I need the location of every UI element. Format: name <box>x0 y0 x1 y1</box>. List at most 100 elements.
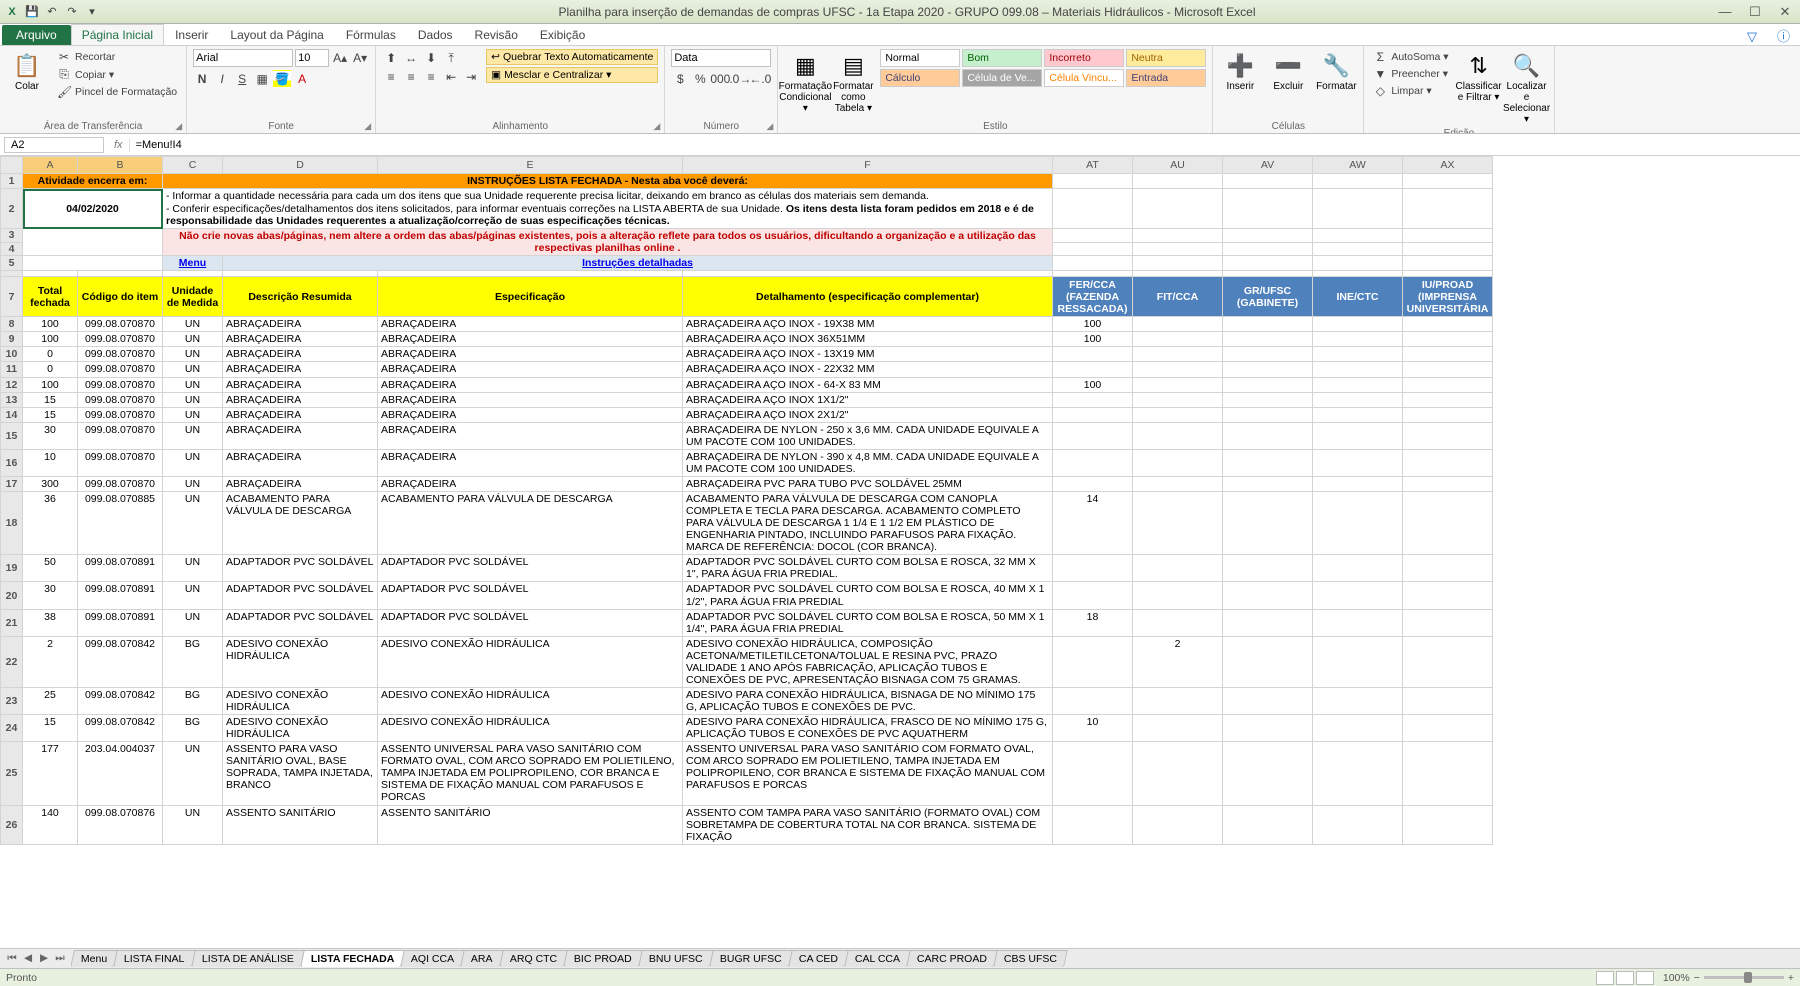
cell[interactable]: UN <box>163 377 223 392</box>
cell[interactable] <box>1403 555 1493 582</box>
row-header[interactable]: 11 <box>1 362 23 377</box>
cell[interactable] <box>1223 347 1313 362</box>
cell[interactable]: ABRAÇADEIRA <box>223 332 378 347</box>
cell[interactable] <box>1133 742 1223 805</box>
cell[interactable]: 099.08.070870 <box>78 449 163 476</box>
conditional-format-button[interactable]: ▦Formatação Condicional ▾ <box>784 49 826 116</box>
cell[interactable] <box>1133 407 1223 422</box>
row-header[interactable]: 10 <box>1 347 23 362</box>
sheet-tab[interactable]: CBS UFSC <box>993 950 1068 967</box>
cell[interactable] <box>1403 582 1493 609</box>
cell[interactable]: UN <box>163 609 223 636</box>
cell[interactable] <box>1053 449 1133 476</box>
align-right-icon[interactable]: ≡ <box>422 68 440 86</box>
cell[interactable] <box>1133 229 1223 243</box>
cell[interactable]: 099.08.070842 <box>78 636 163 687</box>
cell[interactable] <box>1133 449 1223 476</box>
copy-button[interactable]: ⎘Copiar ▾ <box>54 66 180 83</box>
sheet-tab[interactable]: LISTA DE ANÁLISE <box>191 950 305 967</box>
cell[interactable]: ABRAÇADEIRA AÇO INOX 36X51MM <box>683 332 1053 347</box>
cell[interactable]: ABRAÇADEIRA <box>378 377 683 392</box>
cell[interactable]: Especificação <box>378 277 683 317</box>
cell[interactable] <box>1313 174 1403 189</box>
cell[interactable]: Total fechada <box>23 277 78 317</box>
cell[interactable] <box>23 229 163 256</box>
sheet-tab[interactable]: ARA <box>461 950 504 967</box>
row-header[interactable]: 13 <box>1 392 23 407</box>
column-header[interactable]: E <box>378 157 683 174</box>
cell[interactable]: UN <box>163 492 223 555</box>
cell[interactable]: ASSENTO SANITÁRIO <box>223 805 378 844</box>
name-box[interactable] <box>4 137 104 153</box>
cell[interactable]: UN <box>163 392 223 407</box>
cell[interactable]: 0 <box>23 362 78 377</box>
cell[interactable]: UN <box>163 449 223 476</box>
cell[interactable] <box>1223 582 1313 609</box>
cell[interactable]: UN <box>163 742 223 805</box>
cell[interactable] <box>1313 609 1403 636</box>
cell[interactable]: Unidade de Medida <box>163 277 223 317</box>
cell[interactable] <box>1313 189 1403 229</box>
zoom-out-icon[interactable]: − <box>1694 972 1700 984</box>
cell[interactable]: IU/PROAD (IMPRENSA UNIVERSITÁRIA <box>1403 277 1493 317</box>
cell[interactable] <box>1403 609 1493 636</box>
cell[interactable] <box>23 256 163 271</box>
format-as-table-button[interactable]: ▤Formatar como Tabela ▾ <box>832 49 874 116</box>
cell[interactable]: 10 <box>1053 715 1133 742</box>
maximize-button[interactable]: ☐ <box>1744 4 1766 20</box>
cell[interactable] <box>1223 256 1313 271</box>
font-size-select[interactable] <box>295 49 329 67</box>
row-header[interactable]: 18 <box>1 492 23 555</box>
cell[interactable] <box>1133 362 1223 377</box>
align-bottom-icon[interactable]: ⬇ <box>422 49 440 67</box>
column-header[interactable]: AV <box>1223 157 1313 174</box>
cell[interactable] <box>1313 362 1403 377</box>
dialog-launcher-icon[interactable]: ◢ <box>653 121 660 132</box>
cell[interactable]: ABRAÇADEIRA <box>223 347 378 362</box>
cell[interactable]: ABRAÇADEIRA <box>223 377 378 392</box>
cell[interactable] <box>1053 805 1133 844</box>
cell[interactable]: 100 <box>1053 317 1133 332</box>
cell[interactable] <box>1403 742 1493 805</box>
tab-nav-next-icon[interactable]: ▶ <box>36 952 52 965</box>
cell[interactable] <box>1223 609 1313 636</box>
style-cell[interactable]: Bom <box>962 49 1042 67</box>
cell[interactable] <box>1223 392 1313 407</box>
cell[interactable]: ABRAÇADEIRA AÇO INOX - 19X38 MM <box>683 317 1053 332</box>
cell[interactable]: Código do item <box>78 277 163 317</box>
cell[interactable] <box>1313 229 1403 243</box>
cut-button[interactable]: ✂Recortar <box>54 49 180 65</box>
cell[interactable] <box>1403 805 1493 844</box>
cell[interactable]: ASSENTO UNIVERSAL PARA VASO SANITÁRIO CO… <box>683 742 1053 805</box>
cell[interactable] <box>1133 392 1223 407</box>
worksheet-grid[interactable]: ABCDEFATAUAVAWAX1Atividade encerra em:IN… <box>0 156 1493 845</box>
column-header[interactable]: A <box>23 157 78 174</box>
fx-icon[interactable]: fx <box>108 139 129 151</box>
cell[interactable] <box>1223 449 1313 476</box>
row-header[interactable]: 3 <box>1 229 23 243</box>
delete-cells-button[interactable]: ➖Excluir <box>1267 49 1309 94</box>
cell[interactable] <box>1133 492 1223 555</box>
cell[interactable] <box>1053 476 1133 491</box>
cell[interactable] <box>1403 347 1493 362</box>
number-format-select[interactable] <box>671 49 771 67</box>
tab-nav-first-icon[interactable]: ⏮ <box>4 952 20 965</box>
cell[interactable]: 100 <box>23 317 78 332</box>
cell[interactable]: ABRAÇADEIRA <box>378 407 683 422</box>
grow-font-icon[interactable]: A▴ <box>331 49 349 67</box>
cell[interactable] <box>1313 422 1403 449</box>
cell[interactable] <box>1313 407 1403 422</box>
row-header[interactable]: 22 <box>1 636 23 687</box>
align-middle-icon[interactable]: ↔ <box>402 49 420 67</box>
fill-button[interactable]: ▼Preencher ▾ <box>1370 66 1451 82</box>
cell[interactable]: 50 <box>23 555 78 582</box>
paste-button[interactable]: 📋 Colar <box>6 49 48 94</box>
cell[interactable]: BG <box>163 687 223 714</box>
sheet-tab[interactable]: LISTA FECHADA <box>300 950 405 967</box>
autosum-button[interactable]: ΣAutoSoma ▾ <box>1370 49 1451 65</box>
row-header[interactable]: 1 <box>1 174 23 189</box>
cell[interactable]: ABRAÇADEIRA <box>378 362 683 377</box>
cell[interactable] <box>1313 449 1403 476</box>
sheet-tab[interactable]: CA CED <box>788 950 849 967</box>
cell[interactable]: ABRAÇADEIRA AÇO INOX - 13X19 MM <box>683 347 1053 362</box>
